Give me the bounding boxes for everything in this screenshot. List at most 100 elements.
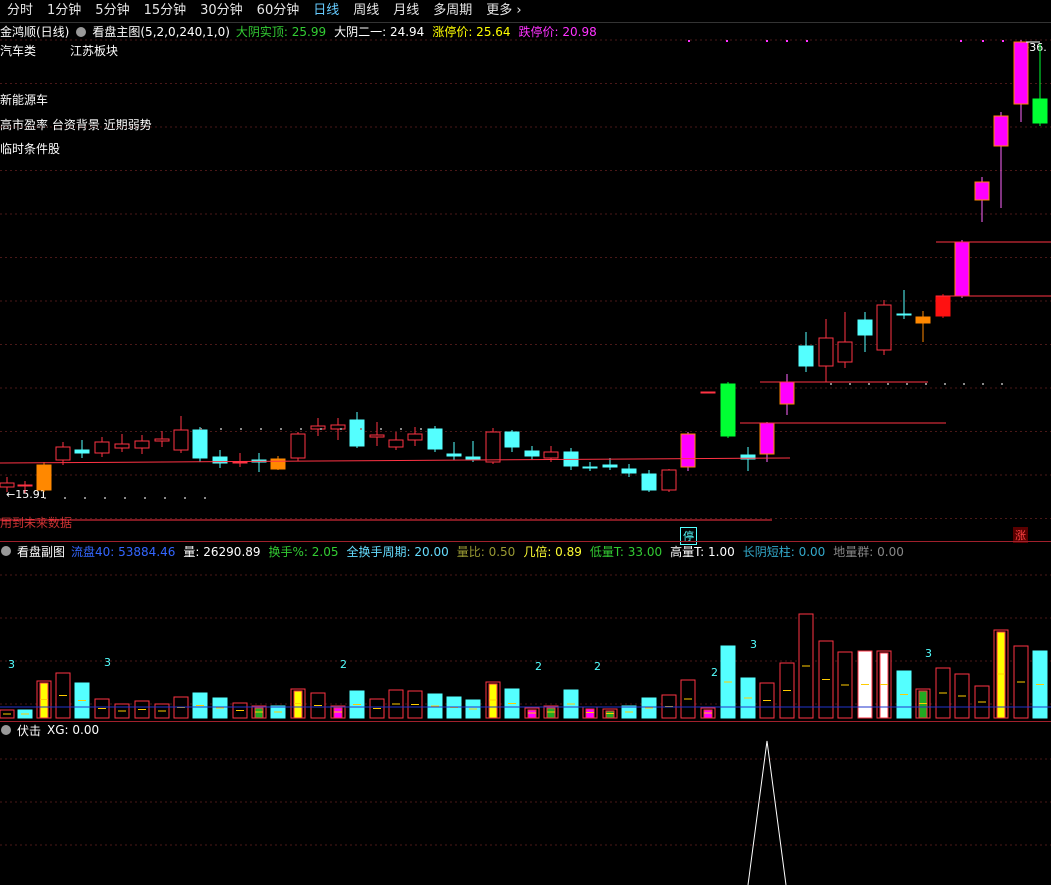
dot-mid-10 [400, 428, 402, 430]
candle-body-34 [661, 469, 677, 491]
candle-body-6 [114, 443, 130, 449]
dot-mid-1 [220, 428, 222, 430]
period-tab-7[interactable]: 周线 [346, 0, 386, 22]
dot-mid-0 [200, 428, 202, 430]
sub-value-6: 低量T: 33.00 [589, 544, 663, 559]
vol-mark-5: 2 [711, 666, 718, 679]
fuji-chart[interactable] [0, 739, 1051, 885]
dot-low-3 [104, 497, 106, 499]
vol-bar-13 [254, 707, 264, 719]
sub-value-7: 高量T: 1.00 [670, 544, 735, 559]
candle-body-10 [192, 429, 208, 459]
vol-bar-17 [333, 707, 343, 719]
period-tab-8[interactable]: 月线 [386, 0, 426, 22]
sub-value-4: 量比: 0.50 [456, 544, 516, 559]
period-tab-9[interactable]: 多周期 [426, 0, 479, 22]
dot-mid-9 [380, 428, 382, 430]
candle-body-42 [818, 337, 834, 367]
candle-body-50 [974, 181, 990, 201]
mark-top-7 [1002, 40, 1004, 42]
dot-low-7 [184, 497, 186, 499]
dot-hi-1 [849, 383, 851, 385]
vol-bar-28 [546, 707, 556, 719]
candle-body-22 [427, 428, 443, 450]
sub-value-1: 量: 26290.89 [183, 544, 261, 559]
dot-mid-2 [240, 428, 242, 430]
period-tab-6[interactable]: 日线 [306, 0, 346, 22]
candle-body-35 [680, 433, 696, 468]
sub-settings-icon[interactable] [1, 546, 11, 556]
mark-top-5 [960, 40, 962, 42]
sub-value-2: 换手%: 2.05 [268, 544, 339, 559]
candle-body-47 [915, 316, 931, 324]
sub-indicator-name[interactable]: 看盘副图 [17, 543, 65, 560]
dot-hi-4 [906, 383, 908, 385]
period-tab-1[interactable]: 1分钟 [40, 0, 88, 22]
candle-body-16 [310, 425, 326, 430]
vol-mark-3: 2 [535, 660, 542, 673]
dot-hi-2 [868, 383, 870, 385]
mark-top-3 [786, 40, 788, 42]
dot-hi-9 [1001, 383, 1003, 385]
dot-hi-6 [944, 383, 946, 385]
candle-body-9 [173, 429, 189, 451]
candle-body-3 [55, 446, 71, 461]
dot-mid-8 [360, 428, 362, 430]
candle-body-12 [232, 461, 248, 464]
period-tab-5[interactable]: 60分钟 [250, 0, 307, 22]
period-tab-2[interactable]: 5分钟 [88, 0, 136, 22]
mark-top-4 [806, 40, 808, 42]
dot-low-8 [204, 497, 206, 499]
candle-body-24 [465, 456, 481, 460]
vol-bar-36 [703, 709, 713, 719]
vol-bar-51 [996, 631, 1006, 719]
vol-bar-27 [527, 709, 537, 719]
pane-divider-2 [0, 721, 1051, 722]
dot-mid-3 [260, 428, 262, 430]
dot-low-0 [44, 497, 46, 499]
dot-hi-8 [982, 383, 984, 385]
period-tab-10[interactable]: 更多 › [479, 0, 528, 22]
period-tab-0[interactable]: 分时 [0, 0, 40, 22]
dot-hi-0 [830, 383, 832, 385]
candle-body-39 [759, 422, 775, 455]
candle-body-17 [330, 424, 346, 430]
candle-body-31 [602, 464, 618, 468]
fuji-title[interactable]: 伏击 [17, 722, 41, 739]
volume-chart[interactable]: 3 3 2 2 2 2 3 3 [0, 560, 1051, 722]
period-tab-4[interactable]: 30分钟 [193, 0, 250, 22]
dot-low-6 [164, 497, 166, 499]
candle-body-44 [857, 319, 873, 336]
sub-indicator-values: 流盘40: 53884.46 量: 26290.89 换手%: 2.05 全换手周期:… [71, 543, 912, 560]
candle-body-51 [993, 115, 1009, 147]
fuji-settings-icon[interactable] [1, 725, 11, 735]
period-tab-3[interactable]: 15分钟 [137, 0, 194, 22]
candle-body-30 [582, 466, 598, 469]
vol-mark-2: 2 [340, 658, 347, 671]
main-candlestick-chart[interactable] [0, 22, 1051, 542]
candle-body-49 [954, 241, 970, 297]
candle-body-26 [504, 431, 520, 448]
dot-low-4 [124, 497, 126, 499]
vol-mark-0: 3 [8, 658, 15, 671]
candle-body-15 [290, 433, 306, 459]
dot-mid-5 [300, 428, 302, 430]
dot-mid-7 [340, 428, 342, 430]
sub-value-5: 几倍: 0.89 [523, 544, 582, 559]
candle-body-40 [779, 381, 795, 405]
candle-body-36 [700, 391, 716, 394]
dot-low-2 [84, 497, 86, 499]
candle-body-27 [524, 450, 540, 457]
vol-bar-15 [293, 690, 303, 719]
fuji-signal-spike [747, 740, 787, 885]
mark-top-2 [766, 40, 768, 42]
candle-body-21 [407, 433, 423, 441]
candle-body-52 [1013, 41, 1029, 105]
candle-body-14 [270, 458, 286, 470]
sub-chart-header: 看盘副图 流盘40: 53884.46 量: 26290.89 换手%: 2.05 全… [0, 543, 918, 559]
dot-low-1 [64, 497, 66, 499]
candle-body-0 [0, 482, 15, 488]
candle-body-2 [36, 464, 52, 491]
vol-bar-25 [488, 683, 498, 719]
dot-mid-6 [320, 428, 322, 430]
